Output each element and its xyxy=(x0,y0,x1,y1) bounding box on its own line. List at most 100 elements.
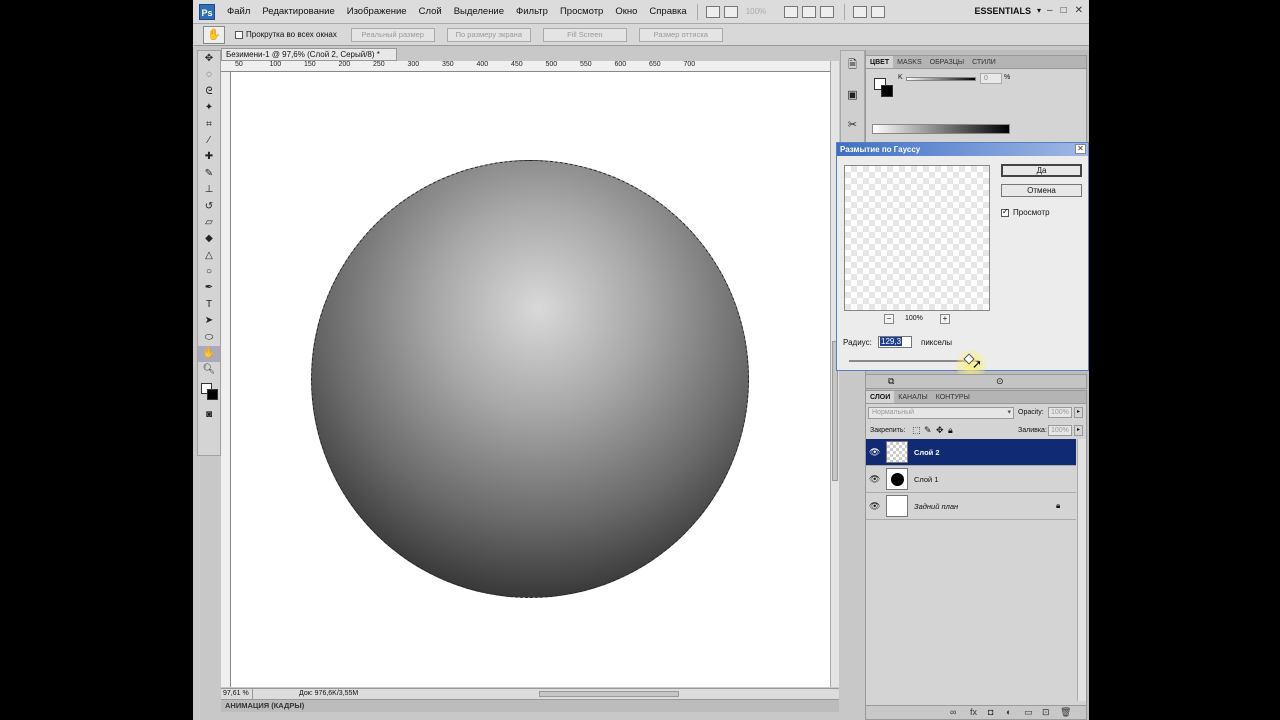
horizontal-scrollbar-thumb[interactable] xyxy=(539,691,679,697)
history-icon[interactable]: 🗎 xyxy=(844,57,862,73)
color-swatches[interactable] xyxy=(198,379,220,407)
k-channel-slider[interactable] xyxy=(906,77,976,81)
delete-layer-icon[interactable]: 🗑︎ xyxy=(1060,707,1071,718)
preview-zoom-in-button[interactable]: + xyxy=(940,314,950,324)
workspace-switcher[interactable]: ESSENTIALS xyxy=(974,6,1031,16)
clone-stamp-tool-icon[interactable]: ⊥ xyxy=(198,182,220,198)
layer-name[interactable]: Слой 1 xyxy=(914,475,939,484)
brush-tool-icon[interactable]: ✎ xyxy=(198,166,220,182)
tab-color[interactable]: ЦВЕТ xyxy=(866,56,894,68)
menu-layer[interactable]: Слой xyxy=(419,6,442,17)
menu-view[interactable]: Просмотр xyxy=(560,6,603,17)
layer-row-layer-1[interactable]: 👁︎ Слой 1 xyxy=(866,466,1076,493)
tab-styles[interactable]: СТИЛИ xyxy=(968,56,1000,68)
history-brush-tool-icon[interactable]: ↺ xyxy=(198,199,220,215)
adjustment-layer-icon[interactable]: ◐ xyxy=(1006,707,1011,717)
dialog-title-bar[interactable]: Размытие по Гауссу ✕ xyxy=(837,143,1088,156)
zoom-icon[interactable] xyxy=(801,5,816,18)
blend-mode-select[interactable]: Нормальный ▾ xyxy=(868,407,1014,419)
menu-help[interactable]: Справка xyxy=(649,6,686,17)
healing-brush-tool-icon[interactable]: ✚ xyxy=(198,149,220,165)
dodge-tool-icon[interactable]: ○ xyxy=(198,264,220,280)
blur-tool-icon[interactable]: △ xyxy=(198,248,220,264)
fill-input[interactable]: 100% xyxy=(1048,425,1072,436)
hand-tool-icon[interactable]: ✋ xyxy=(198,346,220,363)
zoom-tool-icon[interactable]: 🔍︎ xyxy=(198,362,220,378)
print-size-button[interactable]: Размер оттиска xyxy=(638,27,723,42)
paint-bucket-tool-icon[interactable]: ◆ xyxy=(198,231,220,247)
tools-presets-icon[interactable]: ✂ xyxy=(844,117,862,133)
lasso-tool-icon[interactable]: ᘓ xyxy=(198,84,220,100)
tab-channels[interactable]: КАНАЛЫ xyxy=(894,391,931,403)
shape-tool-icon[interactable]: ⬭ xyxy=(198,330,220,346)
marquee-tool-icon[interactable]: ◌ xyxy=(198,67,220,83)
opacity-input[interactable]: 100% xyxy=(1048,407,1072,418)
document-tab[interactable]: Безимени-1 @ 97,6% (Слой 2, Серый/8) * xyxy=(221,48,397,61)
move-tool-icon[interactable]: ✥ xyxy=(198,51,220,67)
layer-row-layer-2[interactable]: 👁︎ Слой 2 xyxy=(866,439,1076,466)
layer-style-icon[interactable]: fx xyxy=(970,707,977,717)
color-background-swatch[interactable] xyxy=(881,85,893,97)
minimize-button[interactable]: – xyxy=(1047,5,1053,16)
rotate-view-icon[interactable] xyxy=(819,5,834,18)
scroll-all-windows-checkbox[interactable]: Прокрутка во всех окнах xyxy=(235,30,337,39)
radius-input[interactable]: 129,3 xyxy=(878,336,912,348)
actual-pixels-button[interactable]: Реальный размер xyxy=(350,27,435,42)
add-mask-icon[interactable]: ◘ xyxy=(988,707,993,717)
menu-window[interactable]: Окно xyxy=(615,6,637,17)
menu-file[interactable]: Файл xyxy=(227,6,250,17)
tab-layers[interactable]: СЛОИ xyxy=(866,391,895,403)
menu-filter[interactable]: Фильтр xyxy=(516,6,548,17)
background-color-swatch[interactable] xyxy=(207,388,218,400)
tab-paths[interactable]: КОНТУРЫ xyxy=(932,391,974,403)
close-button[interactable]: ✕ xyxy=(1075,5,1083,16)
document-canvas[interactable] xyxy=(231,72,830,687)
tab-masks[interactable]: MASKS xyxy=(893,56,926,68)
fill-slider-arrow-icon[interactable]: ▸ xyxy=(1074,425,1083,436)
layer-name[interactable]: Задний план xyxy=(914,502,958,511)
menu-image[interactable]: Изображение xyxy=(347,6,407,17)
lock-all-icon[interactable]: 🔒︎ xyxy=(948,425,953,436)
magic-wand-tool-icon[interactable]: ✦ xyxy=(198,100,220,116)
maximize-button[interactable]: □ xyxy=(1061,5,1067,16)
preview-zoom-out-button[interactable]: − xyxy=(884,314,894,324)
pen-tool-icon[interactable]: ✒ xyxy=(198,280,220,296)
link-layers-icon[interactable]: ∞ xyxy=(950,707,956,717)
lock-pixels-icon[interactable]: ✎ xyxy=(924,425,932,436)
menu-edit[interactable]: Редактирование xyxy=(262,6,334,17)
tool-preset-picker[interactable]: ✋ xyxy=(203,25,225,44)
hand-icon[interactable] xyxy=(783,5,798,18)
blur-preview[interactable] xyxy=(844,165,990,311)
eye-icon[interactable]: 👁︎ xyxy=(869,501,880,512)
zoom-level-display[interactable]: 100% xyxy=(746,7,780,16)
extras-icon[interactable] xyxy=(723,5,738,18)
ok-button[interactable]: Да xyxy=(1001,164,1082,177)
screen-mode-icon[interactable] xyxy=(870,5,885,18)
eye-icon[interactable]: 👁︎ xyxy=(869,474,880,485)
lock-position-icon[interactable]: ✥ xyxy=(936,425,944,436)
path-selection-tool-icon[interactable]: ➤ xyxy=(198,313,220,329)
zoom-field[interactable]: 97,61 % xyxy=(221,689,253,699)
lock-transparency-icon[interactable]: ⬚ xyxy=(912,425,921,436)
adjustments-icon[interactable]: ⧉ xyxy=(888,376,894,387)
type-tool-icon[interactable]: T xyxy=(198,297,220,313)
layer-thumbnail[interactable] xyxy=(886,495,908,517)
layer-row-background[interactable]: 👁︎ Задний план 🔒︎ xyxy=(866,493,1076,520)
layer-thumbnail[interactable] xyxy=(886,468,908,490)
menu-select[interactable]: Выделение xyxy=(454,6,504,17)
layers-scrollbar[interactable] xyxy=(1077,439,1086,701)
document-size-info[interactable]: Док: 976,6K/3,55M xyxy=(299,689,358,699)
preview-checkbox[interactable]: Просмотр xyxy=(1001,207,1050,217)
cancel-button[interactable]: Отмена xyxy=(1001,184,1082,197)
animation-panel-tab[interactable]: АНИМАЦИЯ (КАДРЫ) xyxy=(221,699,839,712)
checkbox-checked[interactable] xyxy=(1001,207,1009,217)
navigator-icon[interactable]: ▣ xyxy=(844,87,862,103)
eyedropper-tool-icon[interactable]: ⁄ xyxy=(198,133,220,149)
opacity-slider-arrow-icon[interactable]: ▸ xyxy=(1074,407,1083,418)
eraser-tool-icon[interactable]: ▱ xyxy=(198,215,220,231)
fit-screen-button[interactable]: По размеру экрана xyxy=(446,27,531,42)
quick-mask-icon[interactable]: ◙ xyxy=(198,407,220,423)
close-icon[interactable]: ✕ xyxy=(1075,144,1086,154)
layer-name[interactable]: Слой 2 xyxy=(914,448,940,457)
checkbox-box[interactable] xyxy=(235,30,243,39)
